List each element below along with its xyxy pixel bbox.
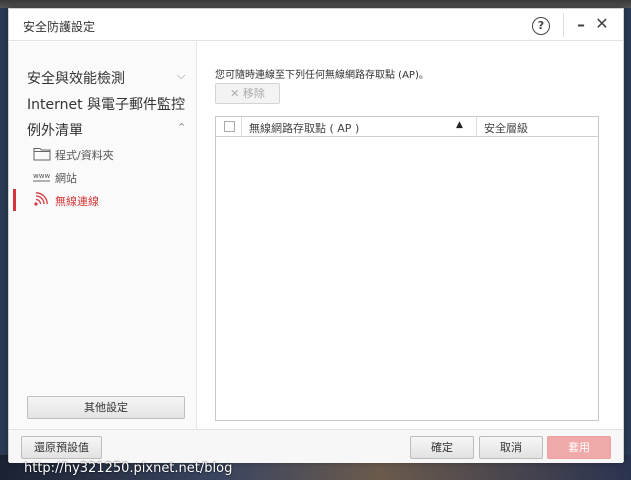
chevron-down-icon: ⌵	[177, 95, 186, 108]
sidebar-subitem-label: 網站	[55, 172, 77, 185]
wifi-icon	[34, 192, 48, 206]
other-settings-button[interactable]: 其他設定	[27, 396, 185, 419]
main-content: 您可隨時連線至下列任何無線網路存取點 (AP)。 ✕ 移除 無線網路存取點 ( …	[198, 42, 623, 429]
column-header-access-point[interactable]: 無線網路存取點 ( AP )	[249, 120, 359, 136]
sidebar-item-exception-list[interactable]: 例外清單 ⌃	[9, 116, 197, 142]
access-point-list[interactable]: 無線網路存取點 ( AP ) ▲ 安全層級	[215, 116, 599, 421]
select-all-checkbox[interactable]	[224, 121, 235, 132]
remove-button[interactable]: ✕ 移除	[215, 83, 280, 104]
close-button[interactable]: ✕	[594, 14, 610, 33]
settings-window: 安全防護設定 ? – ✕ 安全與效能檢測 ⌵ Internet 與電子郵件監控 …	[8, 8, 624, 463]
column-divider	[241, 117, 242, 137]
sort-ascending-icon[interactable]: ▲	[456, 120, 463, 130]
titlebar-divider	[563, 13, 564, 37]
restore-defaults-button[interactable]: 還原預設值	[21, 436, 102, 459]
window-title: 安全防護設定	[23, 20, 96, 34]
desktop-background-top	[0, 0, 631, 8]
sidebar-item-internet-email[interactable]: Internet 與電子郵件監控 ⌵	[9, 90, 197, 116]
cancel-button[interactable]: 取消	[479, 436, 543, 459]
folder-icon	[33, 148, 51, 161]
help-button[interactable]: ?	[532, 17, 550, 35]
minimize-button[interactable]: –	[573, 15, 589, 34]
sidebar-subitem-wireless[interactable]: 無線連線	[9, 189, 197, 211]
www-icon-text: www	[33, 172, 50, 180]
blog-watermark: http://hy321250.pixnet.net/blog	[24, 461, 233, 476]
list-header: 無線網路存取點 ( AP ) ▲ 安全層級	[216, 117, 598, 137]
active-indicator	[13, 189, 16, 211]
wireless-description: 您可隨時連線至下列任何無線網路存取點 (AP)。	[215, 70, 429, 81]
www-icon: www	[33, 172, 50, 182]
chevron-up-icon: ⌃	[177, 121, 187, 134]
sidebar-item-label: 安全與效能檢測	[27, 71, 125, 87]
sidebar-item-security-performance[interactable]: 安全與效能檢測 ⌵	[9, 64, 197, 90]
sidebar: 安全與效能檢測 ⌵ Internet 與電子郵件監控 ⌵ 例外清單 ⌃ 程式/資…	[9, 42, 197, 429]
sidebar-subitem-programs-folders[interactable]: 程式/資料夾	[9, 143, 197, 165]
column-divider	[476, 117, 477, 137]
chevron-down-icon: ⌵	[177, 69, 186, 82]
sidebar-item-label: Internet 與電子郵件監控	[27, 97, 186, 113]
sidebar-subitem-label: 程式/資料夾	[55, 149, 114, 162]
title-bar: 安全防護設定 ? – ✕	[9, 9, 623, 41]
sidebar-subitem-websites[interactable]: www 網站	[9, 166, 197, 188]
column-header-security-level[interactable]: 安全層級	[484, 120, 528, 136]
footer-bar: 還原預設值 確定 取消 套用	[9, 429, 623, 463]
ok-button[interactable]: 確定	[410, 436, 474, 459]
apply-button[interactable]: 套用	[547, 436, 611, 459]
sidebar-item-label: 例外清單	[27, 123, 83, 139]
sidebar-subitem-label: 無線連線	[55, 195, 99, 208]
